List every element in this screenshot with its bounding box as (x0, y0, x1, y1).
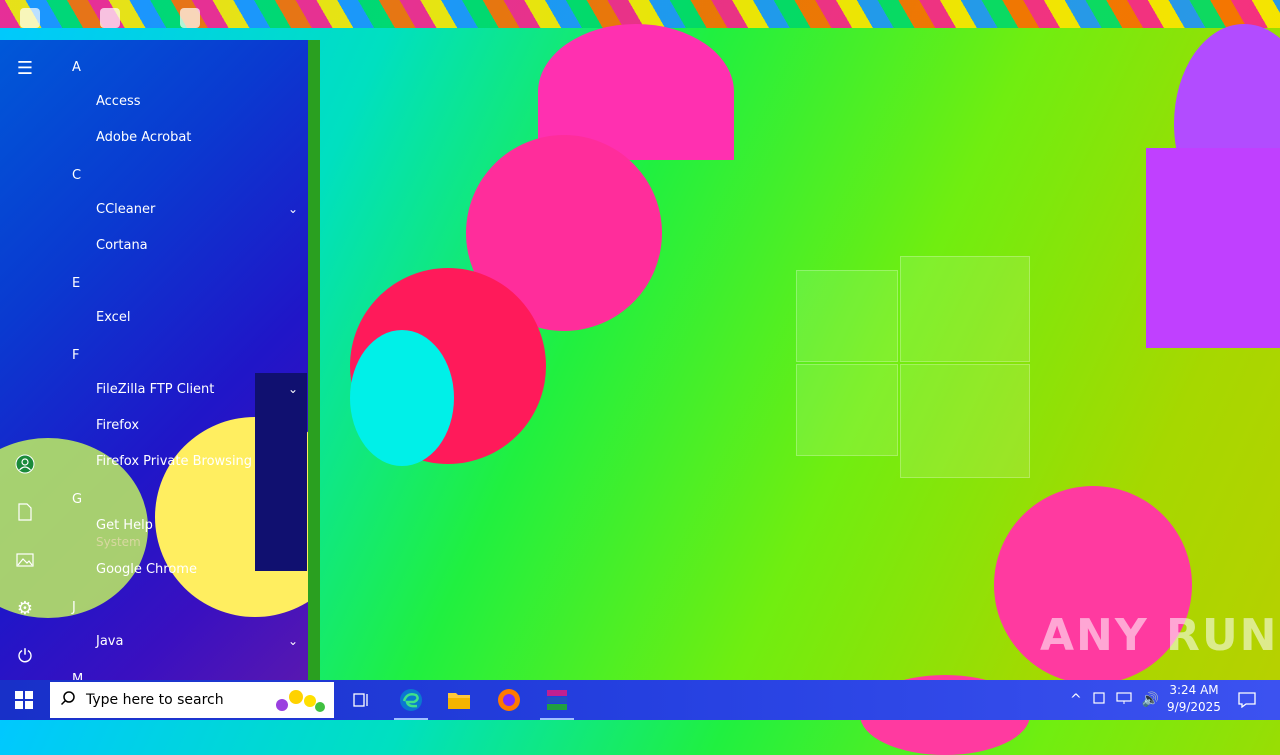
settings-icon[interactable]: ⚙ (13, 596, 37, 620)
winrar-icon[interactable] (534, 680, 580, 720)
windows-logo (796, 242, 1030, 478)
letter-header-j[interactable]: J (72, 600, 76, 615)
app-excel[interactable]: Excel (96, 310, 130, 325)
taskbar-clock[interactable]: 3:24 AM 9/9/2025 (1160, 682, 1228, 716)
task-view-icon[interactable] (338, 680, 384, 720)
anyrun-watermark: ANY RUN (1040, 610, 1279, 661)
clock-date: 9/9/2025 (1167, 700, 1221, 714)
app-adobe-acrobat[interactable]: Adobe Acrobat (96, 130, 191, 145)
user-icon[interactable] (13, 452, 37, 476)
search-highlight-icon (268, 681, 328, 719)
show-hidden-icons-icon[interactable]: ^ (1070, 692, 1082, 708)
start-menu: ☰ ⚙ ⏻ A Access Adobe Acrobat C CCleaner … (0, 40, 320, 680)
desktop-icon-2[interactable] (100, 8, 120, 28)
app-firefox[interactable]: Firefox (96, 418, 139, 433)
taskbar-search[interactable]: Type here to search (50, 682, 334, 718)
app-google-chrome[interactable]: Google Chrome (96, 562, 197, 577)
app-ccleaner[interactable]: CCleaner (96, 202, 155, 217)
app-list: A Access Adobe Acrobat C CCleaner ⌄ Cort… (50, 40, 308, 680)
app-get-help[interactable]: Get Help (96, 518, 153, 533)
app-access[interactable]: Access (96, 94, 141, 109)
chevron-down-icon[interactable]: ⌄ (288, 202, 298, 216)
hamburger-icon[interactable]: ☰ (13, 56, 37, 80)
search-icon (50, 690, 86, 710)
clock-time: 3:24 AM (1169, 683, 1219, 697)
firefox-icon[interactable] (486, 680, 532, 720)
start-menu-scrollbar[interactable] (308, 40, 320, 680)
chevron-down-icon[interactable]: ⌄ (288, 634, 298, 648)
letter-header-m[interactable]: M (72, 672, 83, 680)
windows-start-icon (15, 691, 33, 709)
letter-header-a[interactable]: A (72, 60, 81, 75)
document-icon[interactable] (13, 500, 37, 524)
edge-icon[interactable] (388, 680, 434, 720)
decorative-circle (350, 330, 454, 466)
file-explorer-icon[interactable] (436, 680, 482, 720)
app-filezilla[interactable]: FileZilla FTP Client (96, 382, 214, 397)
search-placeholder: Type here to search (86, 692, 224, 708)
letter-header-e[interactable]: E (72, 276, 80, 291)
app-firefox-private[interactable]: Firefox Private Browsing (96, 454, 252, 469)
start-rail: ☰ ⚙ ⏻ (0, 40, 50, 680)
letter-header-g[interactable]: G (72, 492, 82, 507)
app-cortana[interactable]: Cortana (96, 238, 148, 253)
word-desktop-icon[interactable] (180, 8, 200, 28)
desktop-icon-1[interactable] (20, 8, 40, 28)
app-java[interactable]: Java (96, 634, 123, 649)
power-icon[interactable]: ⏻ (13, 644, 37, 668)
letter-header-c[interactable]: C (72, 168, 81, 183)
letter-header-f[interactable]: F (72, 348, 79, 363)
taskbar: Type here to search ^ 🔊 3:24 AM 9/9/2025 (0, 680, 1280, 720)
chevron-down-icon[interactable]: ⌄ (288, 382, 298, 396)
app-get-help-sub: System (96, 535, 141, 549)
system-tray: ^ 🔊 (1070, 680, 1159, 720)
start-button[interactable] (0, 680, 48, 720)
notifications-icon[interactable] (1234, 680, 1260, 720)
network-icon[interactable] (1116, 691, 1132, 709)
decorative-shape (1146, 148, 1280, 348)
desktop-icons-row (20, 8, 200, 28)
volume-icon[interactable]: 🔊 (1142, 692, 1159, 708)
device-icon[interactable] (1092, 691, 1106, 709)
pictures-icon[interactable] (13, 548, 37, 572)
